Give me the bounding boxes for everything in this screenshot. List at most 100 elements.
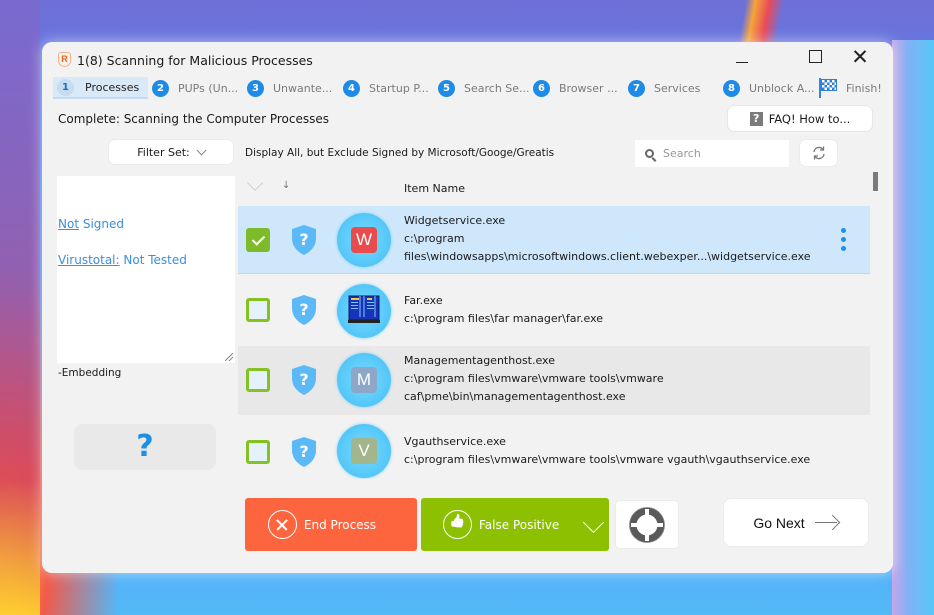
scrollbar-thumb[interactable] [873,172,878,191]
unknown-shield-icon: ? [292,295,316,325]
step-label: Search Se... [464,81,530,95]
virustotal-text: Not Tested [119,253,187,267]
step-number: 5 [438,79,455,97]
support-button[interactable] [615,500,679,549]
step-finish[interactable]: Finish! [818,77,882,99]
step-browser[interactable]: 6 Browser ... [533,77,618,99]
item-path: c:\program files\far manager\far.exe [404,312,604,325]
item-path: caf\pme\bin\managementagenthost.exe [404,390,626,403]
app-logo-icon: R [58,52,71,67]
step-label: Processes [85,80,140,94]
search-box[interactable] [635,140,789,167]
checkered-flag-icon [818,78,837,98]
item-text: Far.exe c:\program files\far manager\far… [404,292,603,328]
process-list: ? W Widgetservice.exe c:\program files\w… [238,206,870,479]
item-text: Widgetservice.exe c:\program files\windo… [404,212,811,266]
step-startup[interactable]: 4 Startup P... [343,77,429,99]
item-name: Managementagenthost.exe [404,354,555,367]
help-button[interactable]: ? [74,424,216,470]
app-letter-icon: W [351,227,377,253]
filter-label: Filter Set: [137,145,190,159]
item-path: files\windowsapps\microsoftwindows.clien… [404,250,811,263]
app-letter-icon: V [351,438,377,464]
item-name: Widgetservice.exe [404,214,506,227]
app-icon: M [337,353,391,407]
step-pups[interactable]: 2 PUPs (Un... [152,77,238,99]
embedding-text: -Embedding [58,367,122,379]
item-checkbox[interactable] [246,228,270,252]
end-process-button[interactable]: End Process [245,498,417,551]
item-path: c:\program [404,232,465,245]
app-letter-icon: M [351,367,377,393]
maximize-button[interactable] [796,46,836,70]
arrow-right-icon [814,515,839,531]
thumbs-up-icon [443,510,472,539]
unknown-shield-icon: ? [292,225,316,255]
item-checkbox[interactable] [246,368,270,392]
refresh-button[interactable] [799,139,838,167]
details-panel[interactable]: Not Signed Virustotal: Not Tested [57,176,235,363]
chevron-down-icon[interactable] [582,511,605,534]
virustotal-status[interactable]: Virustotal: Not Tested [58,253,187,267]
main-window: R 1(8) Scanning for Malicious Processes … [42,42,893,573]
go-next-button[interactable]: Go Next [723,498,869,547]
item-name: Far.exe [404,294,443,307]
resize-grip-icon[interactable] [225,353,233,361]
step-label: Unwante... [273,81,333,95]
item-checkbox[interactable] [246,440,270,464]
virustotal-link[interactable]: Virustotal: [58,253,120,267]
chevron-down-icon [196,145,207,155]
signature-text: Signed [79,217,125,231]
title-bar: R 1(8) Scanning for Malicious Processes … [42,42,893,76]
search-icon [645,149,654,158]
list-item[interactable]: ? M Managementagenthost.exe c:\program f… [238,346,870,415]
sort-arrow-icon[interactable]: ↓ [282,180,290,191]
signature-status[interactable]: Not Signed [58,217,124,231]
signature-link[interactable]: Not [58,217,79,231]
item-checkbox[interactable] [246,298,270,322]
step-number: 8 [723,79,740,97]
step-processes[interactable]: 1 Processes [53,77,148,99]
filter-set-dropdown[interactable]: Filter Set: [108,139,234,165]
app-icon: W [337,213,391,267]
column-item-name[interactable]: Item Name [404,182,465,195]
list-item[interactable]: ? Far.exe c:\program files\far manager\f… [238,275,870,345]
unknown-shield-icon: ? [292,365,316,395]
more-options-icon[interactable] [841,228,847,254]
false-positive-label: False Positive [479,517,560,532]
search-input[interactable] [663,147,783,160]
item-path: c:\program files\vmware\vmware tools\vmw… [404,372,664,385]
minimize-button[interactable] [722,46,762,70]
step-number: 6 [533,79,550,97]
list-item[interactable]: ? W Widgetservice.exe c:\program files\w… [238,206,870,274]
close-button[interactable]: ✕ [840,46,880,70]
faq-button[interactable]: ? FAQ! How to... [727,105,873,132]
list-item[interactable]: ? V Vgauthservice.exe c:\program files\v… [238,416,870,479]
svg-text:?: ? [299,370,308,389]
item-text: Managementagenthost.exe c:\program files… [404,352,664,406]
close-circle-icon [267,510,297,539]
svg-text:?: ? [299,300,308,319]
svg-text:?: ? [299,230,308,249]
app-icon [337,284,391,338]
app-icon: V [337,424,391,478]
end-process-label: End Process [303,517,377,532]
step-unblock[interactable]: 8 Unblock A... [723,77,815,99]
step-unwanted[interactable]: 3 Unwante... [247,77,332,99]
step-search-settings[interactable]: 5 Search Se... [438,77,530,99]
step-label: Browser ... [559,81,618,95]
false-positive-button[interactable]: False Positive [421,498,609,551]
select-all-chevron-icon[interactable] [247,175,263,191]
unknown-shield-icon: ? [292,437,316,467]
filter-description: Display All, but Exclude Signed by Micro… [245,147,555,159]
item-text: Vgauthservice.exe c:\program files\vmwar… [404,433,810,469]
step-number: 1 [57,78,74,96]
item-name: Vgauthservice.exe [404,435,506,448]
list-scrollbar[interactable] [873,172,879,472]
step-number: 4 [343,79,360,97]
step-number: 3 [247,79,264,97]
refresh-icon [812,146,825,160]
wizard-steps: 1 Processes 2 PUPs (Un... 3 Unwante... 4… [53,77,883,99]
window-title: 1(8) Scanning for Malicious Processes [77,53,313,68]
step-services[interactable]: 7 Services [628,77,700,99]
